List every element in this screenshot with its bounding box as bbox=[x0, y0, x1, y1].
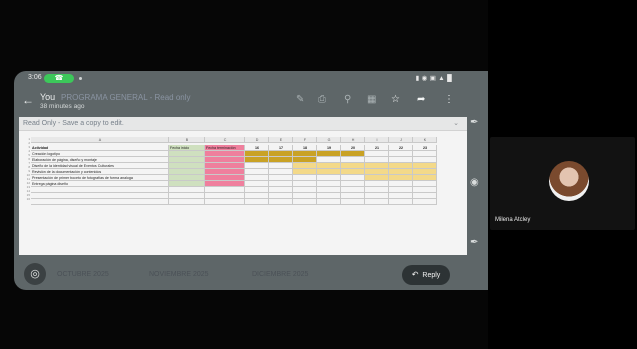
print-icon[interactable]: ⎙ bbox=[318, 94, 326, 105]
cell[interactable]: F bbox=[293, 137, 317, 143]
reply-arrow-icon: ↶ bbox=[411, 270, 419, 279]
spreadsheet-grid[interactable]: A B C D E F G H I J K Actividad Fecha inicio Fecha te… bbox=[31, 137, 461, 205]
sender-name: You bbox=[40, 92, 56, 102]
tab-diciembre[interactable]: DICIEMBRE 2025 bbox=[252, 271, 308, 278]
table-row bbox=[31, 199, 461, 205]
more-options-icon[interactable]: ⋮ bbox=[444, 94, 454, 105]
participant-name: Milena Atcley bbox=[495, 217, 531, 223]
search-icon[interactable]: ⚲ bbox=[344, 94, 351, 105]
read-only-banner[interactable]: Read Only - Save a copy to edit. ⌄ bbox=[19, 117, 467, 131]
spreadsheet-viewer[interactable]: Read Only - Save a copy to edit. ⌄ 12345… bbox=[19, 117, 467, 255]
read-only-text: Read Only - Save a copy to edit. bbox=[23, 120, 124, 127]
cell[interactable]: C bbox=[205, 137, 245, 143]
status-bar: 3:06 ☎ ▮ ◉ ▣ ▲ █ bbox=[14, 71, 488, 87]
notification-dot-icon bbox=[79, 77, 82, 80]
sent-time: 38 minutes ago bbox=[40, 103, 85, 110]
cell[interactable]: D bbox=[245, 137, 269, 143]
cell[interactable]: A bbox=[31, 137, 169, 143]
cell[interactable] bbox=[31, 199, 169, 205]
cell[interactable] bbox=[293, 199, 317, 205]
cell[interactable] bbox=[269, 199, 293, 205]
cell[interactable]: K bbox=[413, 137, 437, 143]
cell[interactable]: J bbox=[389, 137, 413, 143]
participants-panel: Milena Atcley bbox=[488, 0, 637, 349]
header-row: ABCDEFGHIJK bbox=[31, 137, 461, 143]
row-numbers: 1 2 3 4 5 6 7 8 9 10 11 12 13 14 15 16 bbox=[21, 137, 30, 201]
cell[interactable] bbox=[245, 199, 269, 205]
chevron-down-icon[interactable]: ⌄ bbox=[453, 119, 459, 127]
avatar bbox=[549, 161, 589, 201]
star-icon[interactable]: ☆ bbox=[391, 94, 400, 105]
cell[interactable] bbox=[389, 199, 413, 205]
cell[interactable] bbox=[413, 199, 437, 205]
cell[interactable] bbox=[317, 199, 341, 205]
cell[interactable] bbox=[365, 199, 389, 205]
save-icon[interactable]: ▦ bbox=[367, 94, 376, 105]
menu-fab-icon[interactable]: ◎ bbox=[24, 263, 46, 285]
reply-button[interactable]: ↶ Reply bbox=[402, 265, 450, 285]
system-status-icons: ▮ ◉ ▣ ▲ █ bbox=[415, 75, 452, 82]
row-number: 16 bbox=[26, 197, 30, 201]
pen-tool-icon[interactable]: ✒ bbox=[470, 117, 478, 128]
pencil-icon[interactable]: ✒ bbox=[470, 237, 478, 248]
cell[interactable]: H bbox=[341, 137, 365, 143]
cell[interactable]: E bbox=[269, 137, 293, 143]
tab-octubre[interactable]: OCTUBRE 2025 bbox=[57, 271, 109, 278]
participant-tile[interactable]: Milena Atcley bbox=[490, 137, 635, 230]
back-arrow-icon[interactable]: ← bbox=[22, 93, 34, 107]
shared-phone-screen: 3:06 ☎ ▮ ◉ ▣ ▲ █ ← You PROGRAMA GENERAL … bbox=[14, 71, 488, 290]
share-icon[interactable]: ➦ bbox=[417, 94, 425, 105]
cell[interactable] bbox=[169, 199, 205, 205]
cell[interactable]: B bbox=[169, 137, 205, 143]
camera-icon[interactable]: ◉ bbox=[470, 177, 479, 188]
status-time: 3:06 bbox=[28, 74, 42, 81]
draw-icon[interactable]: ✎ bbox=[296, 94, 304, 105]
cell[interactable] bbox=[341, 199, 365, 205]
cell[interactable]: I bbox=[365, 137, 389, 143]
cell[interactable]: G bbox=[317, 137, 341, 143]
cell[interactable] bbox=[205, 199, 245, 205]
app-bar: ← You PROGRAMA GENERAL - Read only 38 mi… bbox=[14, 87, 488, 115]
bottom-sheet-tabs: ◎ OCTUBRE 2025 NOVIEMBRE 2025 DICIEMBRE … bbox=[14, 257, 488, 290]
file-title: PROGRAMA GENERAL - Read only bbox=[61, 93, 191, 102]
tab-noviembre[interactable]: NOVIEMBRE 2025 bbox=[149, 271, 209, 278]
call-indicator[interactable]: ☎ bbox=[44, 74, 74, 83]
reply-label: Reply bbox=[422, 272, 441, 279]
screen-share-stage: 3:06 ☎ ▮ ◉ ▣ ▲ █ ← You PROGRAMA GENERAL … bbox=[0, 0, 488, 349]
